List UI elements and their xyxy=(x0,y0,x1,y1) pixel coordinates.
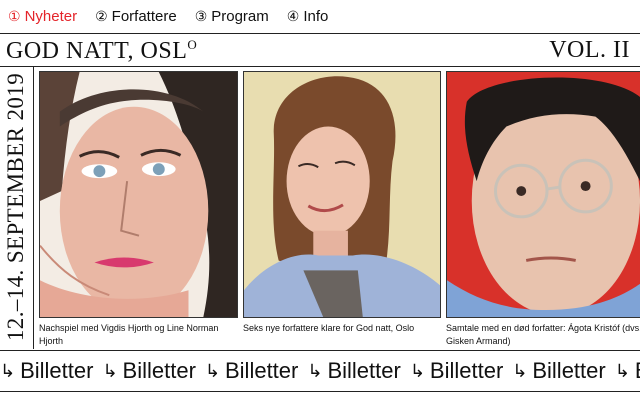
portrait-drawing xyxy=(447,72,640,317)
card-caption: Seks nye forfattere klare for God natt, … xyxy=(243,323,415,333)
date-strip: 12.–14. SEPTEMBER 2019 xyxy=(0,66,33,349)
divider xyxy=(0,66,640,67)
arrow-down-right-icon: ↳ xyxy=(102,360,118,382)
arrow-down-right-icon: ↳ xyxy=(409,360,425,382)
tickets-label: Billetter xyxy=(225,358,299,383)
arrow-down-right-icon: ↳ xyxy=(614,360,630,382)
site-title-text: GOD NATT, OSL xyxy=(6,38,188,64)
nav-number: ② xyxy=(95,8,108,24)
volume-label: VOL. II xyxy=(549,37,630,63)
news-card-new-authors[interactable]: Seks nye forfattere klare for God natt, … xyxy=(243,71,441,335)
site-title-superscript: O xyxy=(187,37,198,52)
tickets-label: Billetter xyxy=(122,358,196,383)
portrait-illustration xyxy=(446,71,640,318)
portrait-drawing xyxy=(40,72,237,317)
arrow-down-right-icon: ↳ xyxy=(0,360,16,382)
nav-label: Forfattere xyxy=(111,8,177,25)
nav-label: Info xyxy=(303,8,329,25)
tickets-link[interactable]: ↳Billetter xyxy=(512,358,605,384)
portrait-illustration xyxy=(243,71,441,318)
nav-label: Nyheter xyxy=(24,8,78,25)
card-caption: Nachspiel med Vigdis Hjorth og Line Norm… xyxy=(39,323,219,346)
arrow-down-right-icon: ↳ xyxy=(204,360,220,382)
tickets-label: Billetter xyxy=(20,358,94,383)
tickets-link[interactable]: ↳Billetter xyxy=(205,358,298,384)
portrait-drawing xyxy=(244,72,440,317)
tickets-link[interactable]: ↳Billetter xyxy=(0,358,93,384)
tickets-label: Billetter xyxy=(532,358,606,383)
tickets-label: Billetter xyxy=(327,358,401,383)
portrait-illustration xyxy=(39,71,238,318)
top-nav: ① Nyheter ② Forfattere ③ Program ④ Info xyxy=(0,0,640,33)
nav-number: ① xyxy=(8,8,21,24)
bottom-spacer xyxy=(0,392,640,412)
arrow-down-right-icon: ↳ xyxy=(512,360,528,382)
tickets-ticker: ↳ Billetter ↳ Billetter ↳ Billetter ↳ Billetter… xyxy=(0,351,640,391)
vertical-divider xyxy=(33,66,34,349)
nav-item-forfattere[interactable]: ② Forfattere xyxy=(95,8,177,25)
tickets-link[interactable]: ↳Billetter xyxy=(307,358,400,384)
tickets-link[interactable]: ↳ Billetter xyxy=(615,358,640,384)
tickets-label: Billetter xyxy=(429,358,504,383)
news-card-agota-kristof[interactable]: Samtale med en død forfatter: Ágota Kris… xyxy=(446,71,640,347)
nav-label: Program xyxy=(211,8,269,25)
arrow-down-right-icon: ↳ xyxy=(307,360,323,382)
nav-number: ③ xyxy=(194,8,208,24)
nav-item-program[interactable]: ③ Program xyxy=(195,8,269,25)
festival-dates: 12.–14. SEPTEMBER 2019 xyxy=(3,72,28,342)
nav-number: ④ xyxy=(286,8,300,24)
news-card-vigdis-hjorth[interactable]: Nachspiel med Vigdis Hjorth og Line Norm… xyxy=(39,71,238,347)
card-caption: Samtale med en død forfatter: Ágota Kris… xyxy=(446,323,640,346)
tickets-label: Billetter xyxy=(635,358,640,384)
title-bar: GOD NATT, OSLO VOL. II xyxy=(0,34,640,66)
site-title[interactable]: GOD NATT, OSLO xyxy=(6,37,197,65)
nav-item-info[interactable]: ④ Info xyxy=(287,8,329,25)
tickets-link[interactable]: ↳Billetter xyxy=(410,358,503,384)
nav-item-nyheter[interactable]: ① Nyheter xyxy=(8,8,77,25)
tickets-link[interactable]: ↳Billetter xyxy=(102,358,195,384)
